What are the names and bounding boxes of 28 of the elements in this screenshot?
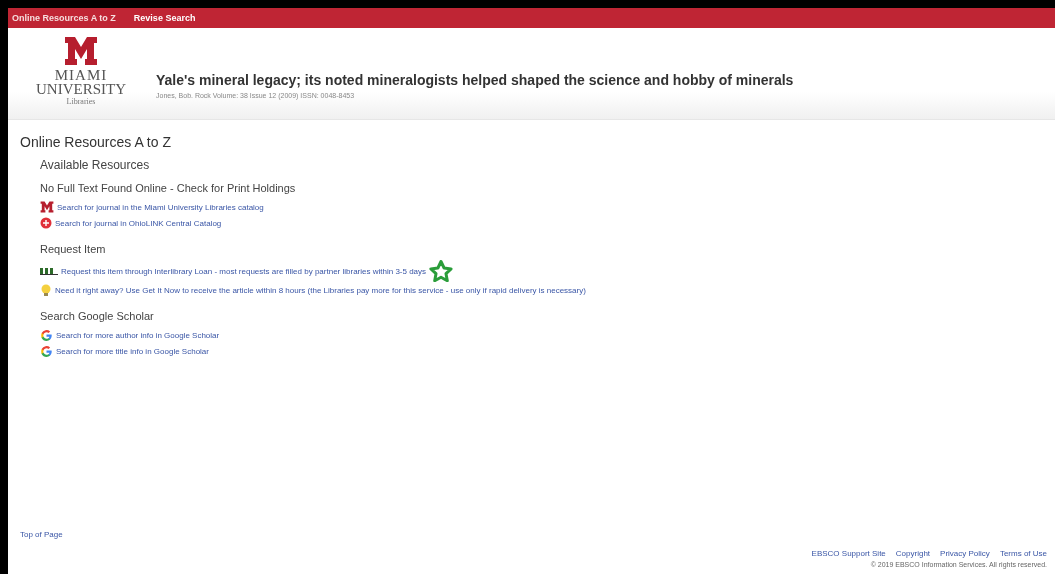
page-heading: Online Resources A to Z	[20, 134, 172, 150]
google-g-icon	[40, 344, 53, 358]
resource-link[interactable]: Search for journal in the Miami University Libraries catalog	[57, 202, 264, 212]
logo-text: Libraries	[66, 97, 96, 106]
m-logo-icon	[64, 36, 98, 66]
footer-link[interactable]: EBSCO Support Site	[811, 549, 886, 558]
section-heading: Search Google Scholar	[40, 310, 155, 322]
section-heading: Request Item	[40, 243, 107, 255]
google-g-icon	[40, 328, 53, 342]
m-logo-icon	[40, 201, 54, 213]
article-title: Yale's mineral legacy; its noted mineralogists helped shaped the science and hobby of minerals	[156, 72, 794, 88]
logo-text: MIAMI	[54, 68, 108, 82]
resource-link[interactable]: Search for more title info in Google Scholar	[56, 346, 209, 356]
resource-link[interactable]: Search for more author info in Google Scholar	[56, 330, 220, 340]
resource-link[interactable]: Search for journal in OhioLINK Central Catalog	[55, 218, 222, 228]
ill-logo-icon	[40, 267, 58, 275]
top-of-page-link[interactable]: Top of Page	[20, 530, 1055, 539]
section-subtitle: Available Resources	[40, 158, 151, 172]
footer-link[interactable]: Privacy Policy	[940, 549, 990, 558]
section-heading: No Full Text Found Online - Check for Print Holdings	[40, 182, 297, 194]
resource-link[interactable]: Request this item through Interlibrary Loan - most requests are filled by partner libraries within 3-5 days	[61, 266, 427, 276]
lightbulb-icon	[40, 283, 52, 297]
nav-link[interactable]: Online Resources A to Z	[12, 13, 116, 23]
logo-text: UNIVERSITY	[36, 82, 126, 97]
resource-link[interactable]: Need it right away? Use Get It Now to receive the article within 8 hours (the Libraries pay more for this service - use only if rapid delivery is necessary)	[55, 285, 586, 295]
footer-link[interactable]: Copyright	[895, 549, 931, 558]
footer-link[interactable]: Terms of Use	[999, 549, 1047, 558]
nav-link[interactable]: Revise Search	[133, 13, 196, 23]
